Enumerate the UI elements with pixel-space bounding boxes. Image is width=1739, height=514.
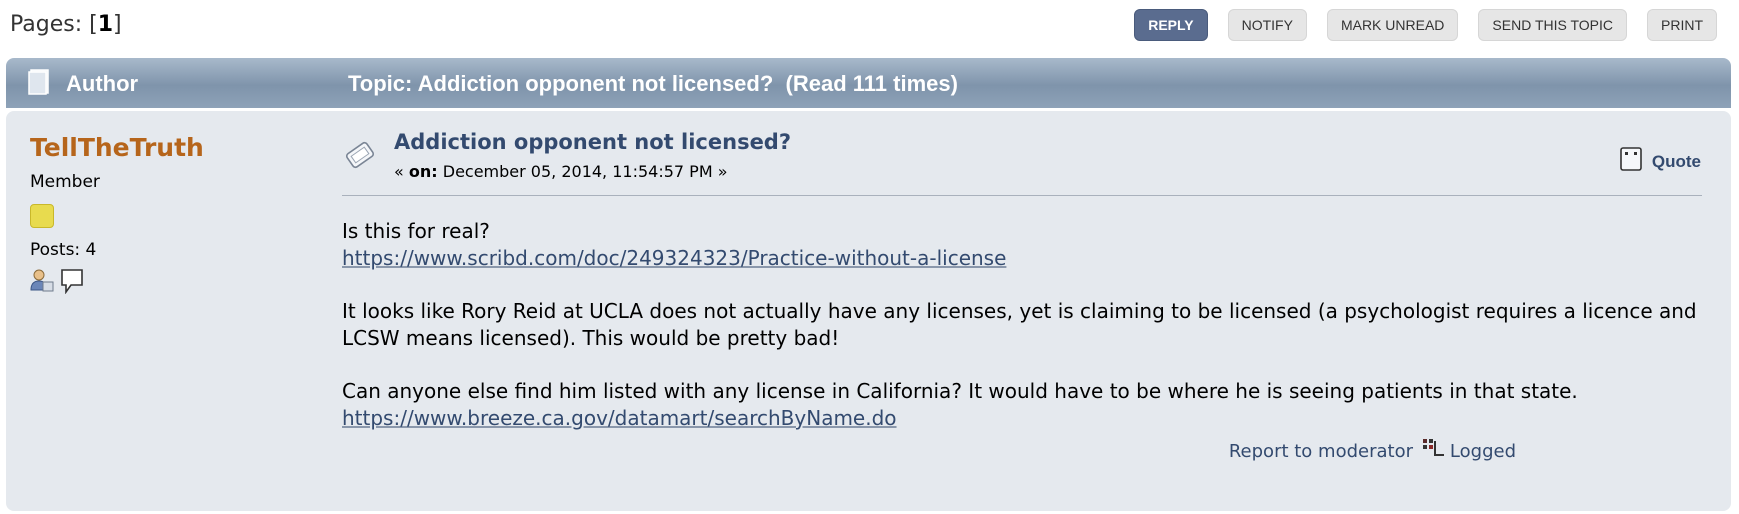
report-to-moderator-link[interactable]: Report to moderator [1229, 441, 1413, 462]
send-topic-button[interactable]: SEND THIS TOPIC [1478, 9, 1627, 41]
post-subject-link[interactable]: Addiction opponent not licensed? [394, 130, 791, 154]
post-divider [342, 195, 1702, 196]
author-column-label: Author [66, 71, 139, 96]
pagination: Pages: [1] [10, 12, 122, 37]
mark-unread-button[interactable]: MARK UNREAD [1326, 9, 1459, 41]
pages-label: Pages: [10, 12, 83, 37]
logged-label: Logged [1449, 441, 1516, 462]
message-icon[interactable] [60, 268, 84, 298]
post-count: Posts: 4 [30, 240, 97, 260]
topic-toolbar: REPLY NOTIFY MARK UNREAD SEND THIS TOPIC… [1134, 9, 1717, 41]
logged-status: Logged [1422, 437, 1516, 466]
poster-icons [30, 268, 204, 298]
quote-label: Quote [1651, 151, 1701, 171]
post-date: December 05, 2014, 11:54:57 PM [442, 162, 713, 181]
post-body: Is this for real? https://www.scribd.com… [342, 218, 1732, 432]
document-icon [28, 69, 50, 99]
breeze-link[interactable]: https://www.breeze.ca.gov/datamart/searc… [342, 406, 897, 430]
quote-button[interactable]: Quote [1620, 147, 1701, 176]
page-current[interactable]: 1 [98, 12, 113, 37]
subject-icon [342, 139, 378, 175]
notify-button[interactable]: NOTIFY [1227, 9, 1307, 41]
scribd-link[interactable]: https://www.scribd.com/doc/249324323/Pra… [342, 246, 1006, 270]
post-paragraph-3: Can anyone else find him listed with any… [342, 379, 1578, 403]
member-group: Member [30, 172, 100, 192]
profile-icon[interactable] [30, 268, 54, 298]
logged-ip-icon [1422, 437, 1446, 466]
quote-icon [1620, 147, 1642, 176]
post-container: TellTheTruth Member Posts: 4 Addiction o… [6, 111, 1731, 511]
post-line-1: Is this for real? [342, 219, 490, 243]
post-timestamp: « on: December 05, 2014, 11:54:57 PM » [394, 162, 728, 181]
topic-header-bar: Author Topic: Addiction opponent not lic… [6, 58, 1731, 108]
rank-star-icon [30, 204, 54, 228]
poster-info: TellTheTruth Member Posts: 4 [30, 133, 204, 298]
print-button[interactable]: PRINT [1647, 9, 1717, 41]
reply-button[interactable]: REPLY [1134, 9, 1208, 41]
topic-title: Topic: Addiction opponent not licensed? … [348, 71, 958, 96]
on-label: on: [408, 162, 438, 181]
post-paragraph-2: It looks like Rory Reid at UCLA does not… [342, 299, 1697, 350]
username-link[interactable]: TellTheTruth [30, 133, 204, 162]
